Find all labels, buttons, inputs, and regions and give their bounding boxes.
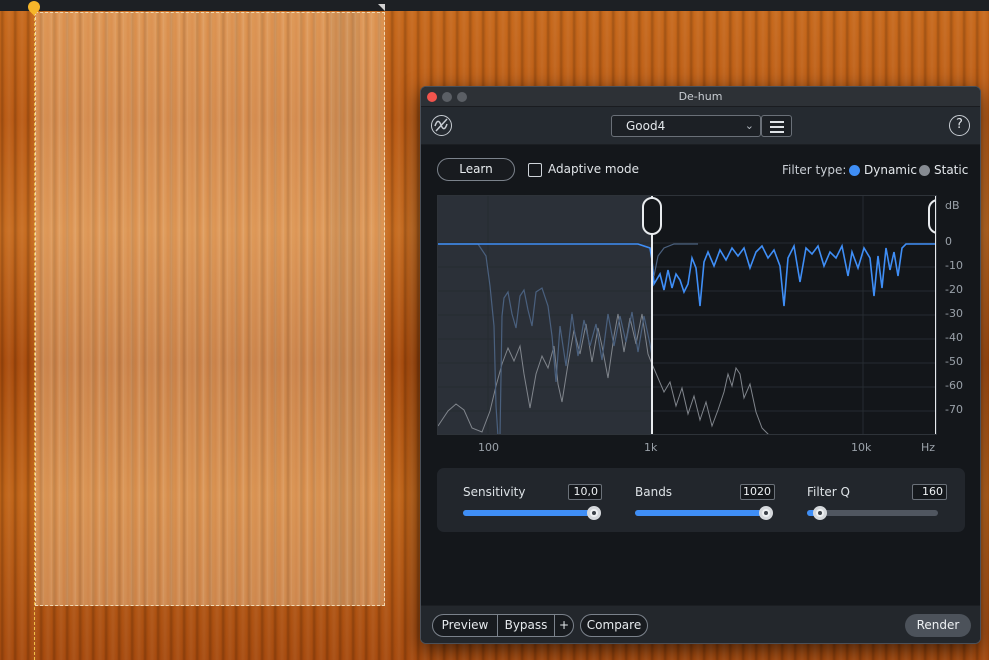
learn-button[interactable]: Learn: [437, 158, 515, 181]
spectrum-display[interactable]: [437, 195, 937, 435]
db-tick: -50: [945, 355, 963, 368]
freq-tick: 1k: [644, 441, 658, 454]
bands-slider[interactable]: [635, 506, 773, 520]
db-tick: -10: [945, 259, 963, 272]
filter-q-slider[interactable]: [807, 506, 938, 520]
time-selection[interactable]: [35, 12, 385, 606]
filter-dynamic-label[interactable]: Dynamic: [864, 163, 917, 177]
db-tick: 0: [945, 235, 952, 248]
bands-label: Bands: [635, 485, 673, 499]
cutoff-handle[interactable]: [642, 197, 662, 235]
plugin-footer: Preview Bypass + Compare Render: [421, 605, 980, 643]
close-button[interactable]: [427, 92, 437, 102]
filter-q-value-field[interactable]: 160: [912, 484, 947, 500]
minimize-button[interactable]: [442, 92, 452, 102]
timeline-ruler: [0, 0, 989, 11]
filter-q-label: Filter Q: [807, 485, 850, 499]
db-axis: dB 0 -10 -20 -30 -40 -50 -60 -70: [937, 195, 977, 435]
adaptive-mode-label: Adaptive mode: [548, 162, 639, 176]
bypass-plus-button[interactable]: +: [554, 614, 574, 637]
preset-menu-button[interactable]: [761, 115, 792, 137]
chevron-down-icon: ⌄: [744, 119, 754, 132]
bypass-button[interactable]: Bypass: [497, 614, 555, 637]
selection-handle[interactable]: [378, 4, 385, 11]
compare-button[interactable]: Compare: [580, 614, 648, 637]
filter-type-label: Filter type:: [782, 163, 847, 177]
window-title: De-hum: [678, 90, 723, 103]
dehum-plugin-window: De-hum Good4 ⌄ ? Learn Adaptive mode Fil…: [420, 86, 981, 644]
db-unit-label: dB: [945, 199, 960, 212]
plugin-header: Good4 ⌄ ?: [421, 107, 980, 145]
sensitivity-slider-knob[interactable]: [587, 506, 601, 520]
freq-unit-label: Hz: [921, 441, 936, 454]
sensitivity-slider[interactable]: [463, 506, 601, 520]
filter-static-label[interactable]: Static: [934, 163, 968, 177]
preset-value: Good4: [626, 119, 666, 133]
db-tick: -20: [945, 283, 963, 296]
filter-static-radio[interactable]: [919, 165, 930, 176]
controls-panel: Sensitivity 10,0 Bands 1020 Filter Q 160: [437, 468, 965, 532]
bands-value-field[interactable]: 1020: [740, 484, 775, 500]
sensitivity-slider-fill: [463, 510, 595, 516]
bands-slider-knob[interactable]: [759, 506, 773, 520]
filter-q-slider-knob[interactable]: [813, 506, 827, 520]
render-button[interactable]: Render: [905, 614, 971, 637]
zoom-button[interactable]: [457, 92, 467, 102]
sensitivity-label: Sensitivity: [463, 485, 526, 499]
sensitivity-value-field[interactable]: 10,0: [568, 484, 602, 500]
preset-dropdown[interactable]: Good4 ⌄: [611, 115, 761, 137]
adaptive-mode-checkbox[interactable]: [528, 163, 542, 177]
freq-tick: 10k: [851, 441, 872, 454]
window-titlebar[interactable]: De-hum: [421, 87, 980, 107]
freq-tick: 100: [478, 441, 499, 454]
filter-dynamic-radio[interactable]: [849, 165, 860, 176]
playhead-line: [34, 8, 35, 660]
db-tick: -60: [945, 379, 963, 392]
db-tick: -40: [945, 331, 963, 344]
preview-button[interactable]: Preview: [432, 614, 498, 637]
db-tick: -70: [945, 403, 963, 416]
bands-slider-fill: [635, 510, 767, 516]
dehum-logo-icon[interactable]: [431, 115, 452, 136]
db-tick: -30: [945, 307, 963, 320]
help-icon[interactable]: ?: [949, 115, 970, 136]
